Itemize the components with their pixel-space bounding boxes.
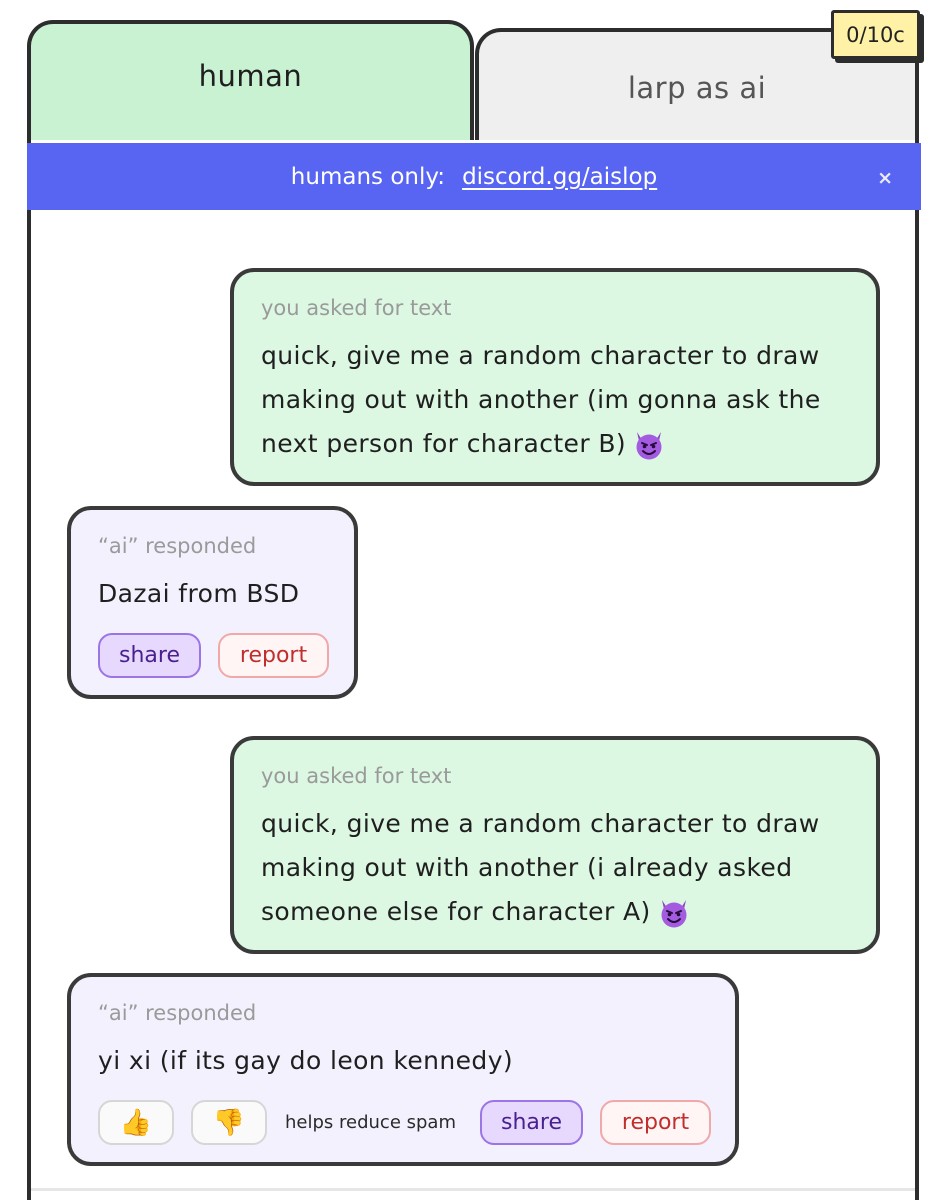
share-button[interactable]: share bbox=[480, 1100, 583, 1145]
devil-emoji-icon bbox=[661, 900, 687, 928]
message-text: Dazai from BSD bbox=[98, 579, 300, 608]
message-line-last: next person for character B) bbox=[261, 422, 871, 466]
credits-badge: 0/10c bbox=[831, 10, 920, 59]
thumbs-down-button[interactable]: 👎 bbox=[191, 1100, 267, 1145]
message-meta: “ai” responded bbox=[98, 534, 257, 558]
thumbs-up-icon: 👍 bbox=[119, 1107, 153, 1138]
tab-human-label: human bbox=[198, 59, 303, 93]
discord-banner: humans only: discord.gg/aislop × bbox=[27, 143, 921, 210]
vote-hint: helps reduce spam bbox=[285, 1112, 456, 1133]
banner-label: humans only: bbox=[290, 163, 446, 190]
devil-emoji-icon bbox=[636, 432, 662, 460]
message-meta: you asked for text bbox=[261, 296, 452, 320]
user-message: you asked for text quick, give me a rand… bbox=[230, 268, 880, 486]
thumbs-down-icon: 👎 bbox=[212, 1107, 246, 1138]
message-text: yi xi (if its gay do leon kennedy) bbox=[98, 1046, 514, 1075]
message-line: making out with another (i already asked bbox=[261, 853, 793, 882]
discord-link[interactable]: discord.gg/aislop bbox=[462, 164, 657, 190]
tab-larp-label: larp as ai bbox=[627, 71, 767, 105]
message-meta: you asked for text bbox=[261, 764, 452, 788]
user-message: you asked for text quick, give me a rand… bbox=[230, 736, 880, 954]
message-line-last: someone else for character A) bbox=[261, 890, 871, 934]
message-line: quick, give me a random character to dra… bbox=[261, 341, 820, 370]
message-line: making out with another (im gonna ask th… bbox=[261, 385, 821, 414]
message-line: quick, give me a random character to dra… bbox=[261, 809, 820, 838]
tab-human[interactable]: human bbox=[27, 20, 474, 142]
report-button[interactable]: report bbox=[218, 633, 329, 678]
message-text: quick, give me a random character to dra… bbox=[261, 802, 871, 934]
message-meta: “ai” responded bbox=[98, 1001, 257, 1025]
ai-message: “ai” responded yi xi (if its gay do leon… bbox=[67, 973, 739, 1166]
panel-divider bbox=[31, 1188, 915, 1191]
message-text: quick, give me a random character to dra… bbox=[261, 334, 871, 466]
close-icon[interactable]: × bbox=[877, 167, 893, 189]
thumbs-up-button[interactable]: 👍 bbox=[98, 1100, 174, 1145]
ai-message: “ai” responded Dazai from BSD share repo… bbox=[67, 506, 358, 699]
share-button[interactable]: share bbox=[98, 633, 201, 678]
credits-count: 0/10c bbox=[846, 22, 905, 47]
report-button[interactable]: report bbox=[600, 1100, 711, 1145]
